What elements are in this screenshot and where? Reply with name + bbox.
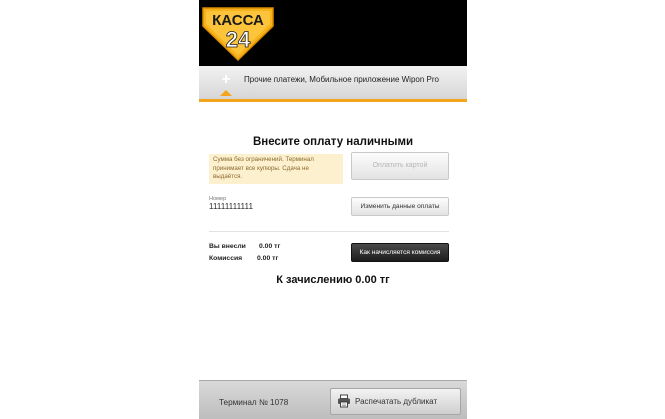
breadcrumb-label: Прочие платежи, Мобильное приложение Wip… (244, 75, 439, 84)
top-bar: КАССА 24 (199, 0, 467, 66)
page-title: Внесите оплату наличными (252, 136, 414, 148)
number-value: 11111111111 (209, 202, 254, 211)
paid-label: Вы внесли (209, 243, 246, 250)
commission-label: Комиссия (209, 255, 243, 262)
printer-icon (337, 394, 351, 408)
print-duplicate-label: Распечатать дубликат (355, 397, 438, 406)
divider (209, 231, 449, 232)
commission-value: 0.00 тг (257, 255, 279, 262)
paid-value: 0.00 тг (259, 243, 281, 250)
terminal-screen: КАССА 24 + Прочие платежи, Мобильное при… (199, 0, 467, 419)
cash-notice: Сумма без ограничений. Терминал принимае… (209, 154, 343, 184)
change-payment-data-button[interactable]: Изменить данные оплаты (351, 197, 449, 216)
logo-text-24: 24 (226, 27, 251, 52)
kassa24-logo: КАССА 24 (201, 4, 275, 62)
pay-card-button[interactable]: Оплатить картой (351, 152, 449, 180)
breadcrumb-caret-icon (220, 90, 232, 96)
category-breadcrumb: + Прочие платежи, Мобильное приложение W… (199, 66, 467, 102)
credit-total: К зачислению 0.00 тг (276, 274, 390, 286)
print-duplicate-button[interactable]: Распечатать дубликат (330, 388, 461, 415)
bottom-bar: Терминал № 1078 Распечатать дубликат (199, 380, 467, 419)
terminal-number: Терминал № 1078 (219, 398, 289, 407)
commission-info-button[interactable]: Как начисляется комиссия (351, 243, 449, 262)
